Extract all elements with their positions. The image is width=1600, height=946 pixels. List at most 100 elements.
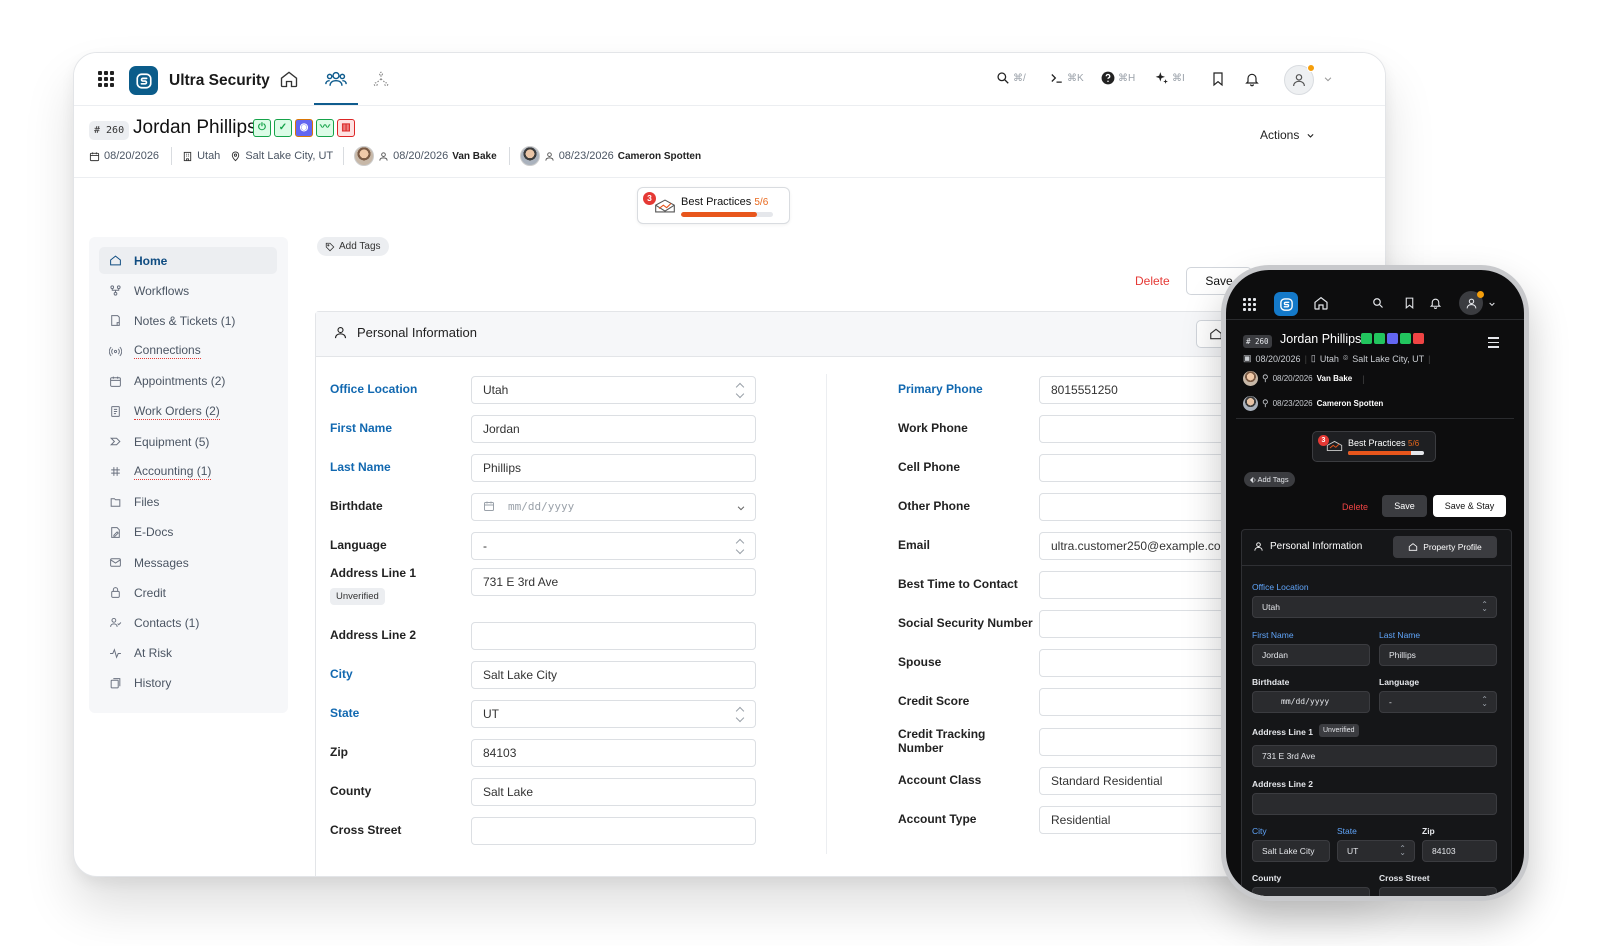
best-practices-card[interactable]: 3 Best Practices 5/6 bbox=[637, 187, 790, 224]
trend-status-icon[interactable] bbox=[1400, 333, 1411, 344]
sidebar: Home Workflows Notes & Tickets (1) Connecti… bbox=[89, 237, 288, 713]
city-input[interactable]: Salt Lake City bbox=[1252, 840, 1330, 862]
sidebar-item-at-risk[interactable]: At Risk bbox=[99, 640, 277, 667]
first-name-input[interactable]: Jordan bbox=[471, 415, 756, 443]
office-location-select[interactable]: Utah bbox=[1252, 596, 1497, 618]
sidebar-item-contacts[interactable]: Contacts (1) bbox=[99, 609, 277, 636]
chevron-down-icon bbox=[1307, 133, 1314, 138]
address1-input[interactable]: 731 E 3rd Ave bbox=[471, 568, 756, 596]
county-label: County bbox=[330, 784, 372, 798]
power-status-icon[interactable]: ⏻ bbox=[253, 119, 271, 137]
video-status-icon[interactable] bbox=[1387, 333, 1398, 344]
customers-icon[interactable] bbox=[324, 67, 348, 91]
bookmark-icon[interactable] bbox=[1403, 296, 1416, 310]
network-icon[interactable] bbox=[369, 67, 393, 91]
sidebar-item-label: Appointments (2) bbox=[134, 374, 226, 389]
bank-status-icon[interactable]: ▥ bbox=[337, 119, 355, 137]
bank-status-icon[interactable] bbox=[1413, 333, 1424, 344]
language-select[interactable]: - bbox=[471, 532, 756, 560]
credit-score-label: Credit Score bbox=[898, 694, 970, 708]
city-input[interactable]: Salt Lake City bbox=[471, 661, 756, 689]
search-icon bbox=[997, 72, 1009, 84]
ultra-security-logo-icon[interactable] bbox=[129, 66, 158, 95]
hamburger-menu-icon[interactable] bbox=[1488, 337, 1499, 351]
chevron-down-icon[interactable] bbox=[1488, 300, 1496, 308]
sidebar-item-history[interactable]: History bbox=[99, 670, 277, 697]
check-status-icon[interactable]: ✓ bbox=[274, 119, 292, 137]
check-status-icon[interactable] bbox=[1374, 333, 1385, 344]
sidebar-item-notes[interactable]: Notes & Tickets (1) bbox=[99, 307, 277, 334]
sidebar-item-label: Messages bbox=[134, 555, 189, 570]
delete-button[interactable]: Delete bbox=[1135, 274, 1170, 288]
record-meta: ▣ 08/20/2026 | ▯ Utah ⌾ Salt Lake City, UT … bbox=[1243, 353, 1430, 364]
office-location-select[interactable]: Utah bbox=[471, 376, 756, 404]
home-icon[interactable] bbox=[1313, 295, 1329, 311]
sidebar-item-credit[interactable]: Credit bbox=[99, 579, 277, 606]
zip-input[interactable]: 84103 bbox=[1422, 840, 1497, 862]
sidebar-item-accounting[interactable]: Accounting (1) bbox=[99, 458, 277, 485]
command-tool[interactable]: ⌘K bbox=[1049, 71, 1084, 85]
search-tool[interactable]: ⌘/ bbox=[996, 71, 1026, 85]
address2-input[interactable] bbox=[471, 622, 756, 650]
sidebar-item-e-docs[interactable]: E-Docs bbox=[99, 519, 277, 546]
sidebar-item-workflow[interactable]: Workflows bbox=[99, 277, 277, 304]
app-grid-icon[interactable] bbox=[1243, 298, 1256, 311]
zip-label: Zip bbox=[1422, 826, 1435, 836]
meta-divider bbox=[508, 147, 510, 165]
trend-status-icon[interactable]: 〰 bbox=[316, 119, 334, 137]
work-orders-icon bbox=[111, 406, 120, 417]
state-select[interactable]: UT bbox=[1337, 840, 1415, 862]
add-tags-button[interactable]: Add Tags bbox=[317, 237, 389, 256]
bookmark-icon[interactable] bbox=[1206, 67, 1230, 91]
sidebar-item-connections[interactable]: Connections bbox=[99, 338, 277, 365]
ultra-security-logo-icon[interactable] bbox=[1274, 292, 1298, 316]
sidebar-item-equipment[interactable]: Equipment (5) bbox=[99, 428, 277, 455]
app-grid-icon[interactable] bbox=[98, 71, 114, 87]
save-and-stay-button[interactable]: Save & Stay bbox=[1433, 495, 1506, 517]
last-name-input[interactable]: Phillips bbox=[1379, 644, 1497, 666]
save-button[interactable]: Save bbox=[1382, 495, 1427, 517]
zip-input[interactable]: 84103 bbox=[471, 739, 756, 767]
state-select[interactable]: UT bbox=[471, 700, 756, 728]
best-practices-card[interactable]: 3 Best Practices 5/6 bbox=[1312, 431, 1436, 462]
county-input[interactable] bbox=[1252, 887, 1370, 896]
office-location-label: Office Location bbox=[330, 382, 418, 396]
first-name-input[interactable]: Jordan bbox=[1252, 644, 1370, 666]
add-tags-button[interactable]: ⬖ Add Tags bbox=[1244, 472, 1295, 487]
bell-icon[interactable] bbox=[1429, 296, 1442, 310]
person-icon bbox=[1254, 542, 1263, 551]
bell-icon[interactable] bbox=[1240, 67, 1264, 91]
ai-tool[interactable]: ⌘I bbox=[1154, 71, 1185, 85]
sidebar-item-messages[interactable]: Messages bbox=[99, 549, 277, 576]
add-tags-label: Add Tags bbox=[1257, 475, 1289, 484]
cross-street-input[interactable] bbox=[471, 817, 756, 845]
sidebar-item-label: Contacts (1) bbox=[134, 615, 200, 630]
power-status-icon[interactable] bbox=[1361, 333, 1372, 344]
cross-street-input[interactable] bbox=[1379, 887, 1497, 896]
mobile-device: # 260 Jordan Phillips ▣ 08/20/2026 | ▯ Uta… bbox=[1221, 265, 1529, 901]
rep-avatar bbox=[1243, 371, 1258, 386]
help-tool[interactable]: ⌘H bbox=[1101, 71, 1135, 85]
home-icon[interactable] bbox=[277, 67, 301, 91]
address2-input[interactable] bbox=[1252, 793, 1497, 815]
property-profile-button[interactable]: Property Profile bbox=[1393, 536, 1497, 558]
search-icon[interactable] bbox=[1372, 297, 1384, 309]
sidebar-item-work-orders[interactable]: Work Orders (2) bbox=[99, 398, 277, 425]
birthdate-input[interactable]: mm/dd/yyyy bbox=[471, 493, 756, 521]
address1-input[interactable]: 731 E 3rd Ave bbox=[1252, 745, 1497, 767]
chevron-down-icon[interactable] bbox=[1316, 67, 1340, 91]
equipment-icon bbox=[109, 437, 121, 446]
sidebar-item-home[interactable]: Home bbox=[99, 247, 277, 274]
sidebar-item-files[interactable]: Files bbox=[99, 489, 277, 516]
record-date: 08/20/2026 bbox=[104, 150, 160, 162]
video-status-icon[interactable]: ◉ bbox=[295, 119, 313, 137]
panel-header: Personal Information Property Profile bbox=[1242, 530, 1511, 566]
last-name-input[interactable]: Phillips bbox=[471, 454, 756, 482]
sparkle-icon bbox=[1155, 72, 1168, 84]
county-input[interactable]: Salt Lake bbox=[471, 778, 756, 806]
birthdate-input[interactable]: mm/dd/yyyy bbox=[1252, 691, 1370, 713]
delete-button[interactable]: Delete bbox=[1342, 502, 1368, 512]
sidebar-item-calendar[interactable]: Appointments (2) bbox=[99, 368, 277, 395]
language-select[interactable]: - bbox=[1379, 691, 1497, 713]
actions-menu[interactable]: Actions bbox=[1260, 128, 1315, 142]
